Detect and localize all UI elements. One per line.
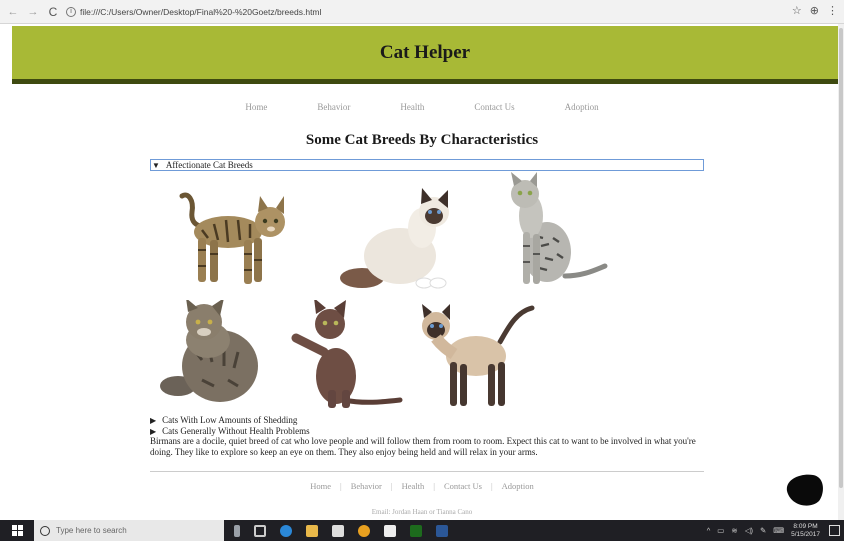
file-explorer-icon[interactable]	[306, 524, 318, 537]
cat-image-brown-kitten	[290, 300, 405, 412]
battery-icon[interactable]: ▭	[717, 526, 724, 535]
word-icon[interactable]	[436, 524, 448, 537]
clock-date: 5/15/2017	[791, 530, 820, 538]
windows-logo-icon	[11, 525, 23, 536]
footer-home-link[interactable]: Home	[310, 481, 331, 491]
footer-separator: |	[339, 481, 342, 491]
microphone-icon[interactable]	[234, 524, 240, 537]
mail-icon[interactable]	[384, 524, 396, 537]
nav-contact-link[interactable]: Contact Us	[474, 102, 514, 112]
scrollbar-thumb[interactable]	[839, 28, 843, 488]
edge-browser-icon[interactable]	[280, 524, 292, 537]
reload-icon[interactable]: C	[46, 5, 60, 19]
windows-taskbar: Type here to search ^ ▭ ≋ ◁) ✎ ⌨ 8:09 PM…	[0, 520, 844, 541]
triangle-down-icon: ▼	[152, 160, 160, 170]
taskbar-search-box[interactable]: Type here to search	[34, 520, 224, 541]
site-banner: Cat Helper	[12, 26, 838, 84]
page-title: Some Cat Breeds By Characteristics	[305, 132, 539, 148]
breed-description: Birmans are a docile, quiet breed of cat…	[150, 436, 696, 457]
footer-contact-link[interactable]: Contact Us	[444, 481, 482, 491]
nav-home-link[interactable]: Home	[245, 102, 267, 112]
taskbar-search-placeholder: Type here to search	[56, 526, 127, 535]
store-icon[interactable]	[332, 524, 344, 537]
info-icon[interactable]: i	[66, 6, 76, 17]
section-affectionate-toggle[interactable]: ▼ Affectionate Cat Breeds	[150, 159, 704, 171]
footer-separator: |	[433, 481, 435, 491]
footer-separator: |	[390, 481, 393, 491]
footer-behavior-link[interactable]: Behavior	[351, 481, 382, 491]
task-view-icon[interactable]	[254, 524, 266, 537]
clock-time: 8:09 PM	[793, 522, 818, 530]
footer-separator: |	[490, 481, 493, 491]
address-bar[interactable]: i file:///C:/Users/Owner/Desktop/Final%2…	[66, 3, 321, 21]
star-icon[interactable]: ☆	[792, 4, 802, 17]
keyboard-icon[interactable]: ⌨	[773, 526, 784, 535]
system-tray: ^ ▭ ≋ ◁) ✎ ⌨ 8:09 PM 5/15/2017	[707, 520, 820, 541]
extension-icon[interactable]: ⊕	[810, 4, 819, 17]
nav-behavior-link[interactable]: Behavior	[317, 102, 350, 112]
taskbar-clock[interactable]: 8:09 PM 5/15/2017	[791, 523, 820, 539]
browser-toolbar: ← → C i file:///C:/Users/Owner/Desktop/F…	[0, 0, 844, 24]
footer-health-link[interactable]: Health	[402, 481, 425, 491]
back-arrow-icon[interactable]: ←	[6, 5, 20, 19]
site-title: Cat Helper	[379, 41, 471, 63]
cat-image-siamese	[416, 302, 538, 410]
nav-health-link[interactable]: Health	[400, 102, 424, 112]
chevron-up-icon[interactable]: ^	[707, 526, 711, 535]
volume-icon[interactable]: ◁)	[745, 526, 753, 535]
cortana-icon	[40, 525, 50, 536]
footer-divider	[150, 471, 704, 472]
notification-icon[interactable]	[829, 525, 840, 536]
dreamweaver-icon[interactable]	[410, 524, 422, 537]
section-affectionate-label: Affectionate Cat Breeds	[165, 160, 253, 170]
windows-start-button[interactable]	[0, 520, 34, 541]
forward-arrow-icon[interactable]: →	[26, 5, 40, 19]
cat-image-maine-coon	[158, 300, 268, 406]
footer-email: Email: Jordan Haan or Tianna Cano	[371, 508, 473, 516]
section-healthy-label: Cats Generally Without Health Problems	[162, 426, 310, 436]
top-nav: Home Behavior Health Contact Us Adoption	[0, 102, 844, 112]
page-scrollbar[interactable]	[838, 24, 844, 520]
cat-image-egyptian-mau	[505, 172, 610, 292]
triangle-right-icon: ▶	[150, 426, 157, 436]
section-low-shedding-label: Cats With Low Amounts of Shedding	[162, 415, 298, 425]
address-url: file:///C:/Users/Owner/Desktop/Final%20-…	[80, 6, 322, 17]
footer-adoption-link[interactable]: Adoption	[502, 481, 534, 491]
triangle-right-icon: ▶	[150, 415, 157, 425]
cat-image-birman	[338, 188, 458, 290]
footer-nav: Home | Behavior | Health | Contact Us | …	[0, 481, 844, 491]
pen-icon[interactable]: ✎	[760, 526, 766, 535]
menu-icon[interactable]: ⋮	[827, 4, 838, 17]
nav-adoption-link[interactable]: Adoption	[565, 102, 599, 112]
chrome-browser-icon[interactable]	[358, 524, 370, 537]
cat-image-tabby	[178, 190, 293, 290]
wifi-icon[interactable]: ≋	[731, 526, 737, 535]
redaction-scribble	[783, 471, 825, 507]
